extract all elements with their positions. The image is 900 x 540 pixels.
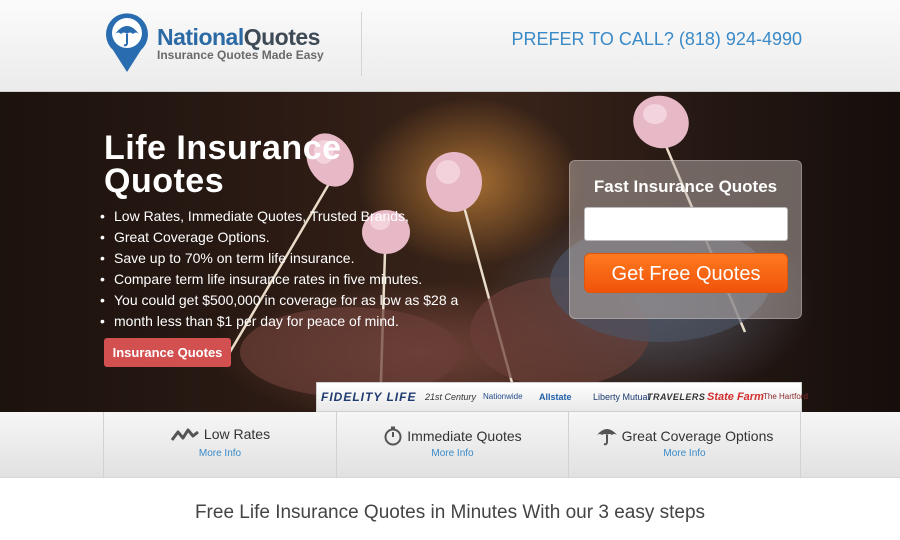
phone-number[interactable]: PREFER TO CALL? (818) 924-4990 — [512, 29, 803, 50]
insurance-quotes-button[interactable]: Insurance Quotes — [104, 338, 231, 367]
feature-heading: Great Coverage Options — [569, 426, 800, 446]
benefit-item: month less than $1 per day for peace of … — [100, 311, 470, 332]
get-free-quotes-button[interactable]: Get Free Quotes — [584, 253, 788, 293]
allstate-logo: Allstate — [539, 392, 572, 402]
benefit-item: Compare term life insurance rates in fiv… — [100, 269, 470, 290]
hero-title: Life Insurance Quotes — [104, 129, 342, 200]
umbrella-icon — [596, 429, 617, 446]
site-logo[interactable]: NationalQuotes Insurance Quotes Made Eas… — [104, 10, 334, 76]
benefit-item: Low Rates, Immediate Quotes, Trusted Bra… — [100, 206, 470, 227]
steps-heading: Free Life Insurance Quotes in Minutes Wi… — [194, 502, 706, 523]
fidelity-life-logo: FIDELITY LIFE — [321, 390, 417, 404]
benefits-list: Low Rates, Immediate Quotes, Trusted Bra… — [100, 206, 470, 332]
21st-century-logo: 21st Century — [425, 392, 477, 402]
travelers-logo: TRAVELERS — [647, 392, 706, 402]
stopwatch-icon — [384, 426, 402, 446]
liberty-mutual-logo: Liberty Mutual — [593, 392, 650, 402]
zip-input[interactable] — [584, 207, 788, 241]
logo-name: NationalQuotes — [157, 24, 320, 50]
feature-immediate-quotes: Immediate Quotes More Info — [336, 412, 568, 478]
umbrella-pin-icon — [106, 13, 148, 72]
benefit-item: Save up to 70% on term life insurance. — [100, 248, 470, 269]
feature-heading: Low Rates — [104, 426, 336, 444]
hero-banner: Life Insurance Quotes Low Rates, Immedia… — [0, 92, 900, 412]
more-info-link[interactable]: More Info — [569, 448, 800, 459]
the-hartford-logo: The Hartford — [763, 392, 808, 401]
trend-icon — [170, 428, 199, 441]
more-info-link[interactable]: More Info — [104, 448, 336, 459]
feature-low-rates: Low Rates More Info — [103, 412, 336, 478]
more-info-link[interactable]: More Info — [337, 448, 568, 459]
header-divider — [361, 12, 362, 76]
insurer-logos-strip: FIDELITY LIFE 21st Century Nationwide Al… — [316, 382, 808, 412]
quote-form-title: Fast Insurance Quotes — [593, 177, 778, 196]
feature-coverage-options: Great Coverage Options More Info — [568, 412, 801, 478]
nationwide-logo: Nationwide — [483, 392, 523, 401]
site-header: NationalQuotes Insurance Quotes Made Eas… — [0, 0, 900, 92]
benefit-item: You could get $500,000 in coverage for a… — [100, 290, 470, 311]
feature-heading: Immediate Quotes — [337, 426, 568, 446]
features-bar: Low Rates More Info Immediate Quotes Mor… — [0, 412, 900, 478]
state-farm-logo: State Farm — [707, 391, 764, 403]
logo-tagline: Insurance Quotes Made Easy — [157, 48, 324, 62]
quote-form: Fast Insurance Quotes Get Free Quotes — [569, 160, 802, 319]
benefit-item: Great Coverage Options. — [100, 227, 470, 248]
